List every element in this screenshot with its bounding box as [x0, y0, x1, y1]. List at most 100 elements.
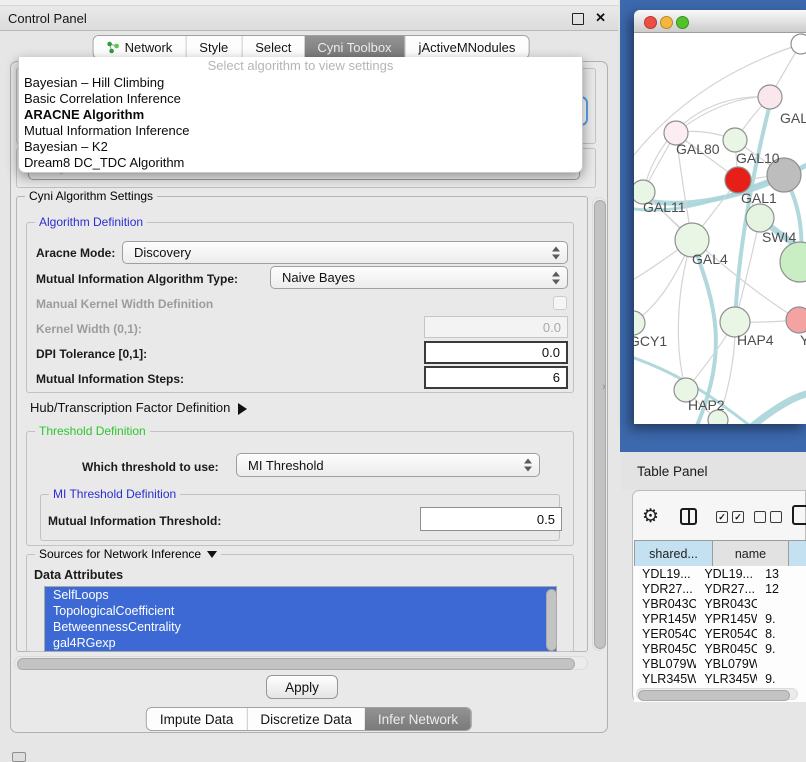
minimize-traffic-light-icon[interactable]: [660, 16, 673, 29]
node-label-gal4: GAL4: [692, 251, 728, 267]
node-label-gal10: GAL10: [736, 150, 780, 166]
hub-definition-label: Hub/Transcription Factor Definition: [30, 400, 230, 415]
mi-steps-value: 6: [553, 370, 560, 385]
table-cell: 9.: [757, 672, 806, 686]
node-label-hap4: HAP4: [737, 332, 774, 348]
select-all-checkboxes-icon[interactable]: ✓✓: [716, 511, 744, 523]
minimized-window-icon[interactable]: [12, 752, 26, 762]
document-icon[interactable]: [792, 505, 806, 525]
float-window-icon[interactable]: [572, 13, 584, 25]
mi-threshold-label: Mutual Information Threshold:: [48, 514, 221, 528]
table-row[interactable]: YDL19...YDL19...13: [634, 566, 806, 581]
screen: Control Panel ✕ NetworkStyleSelectCyni T…: [0, 0, 806, 762]
tab-discretize-data[interactable]: Discretize Data: [246, 708, 365, 730]
node-label-hap2: HAP2: [688, 397, 725, 413]
algorithm-definition-title: Algorithm Definition: [35, 215, 147, 229]
tab-jactivemnodules[interactable]: jActiveMNodules: [405, 36, 529, 58]
tab-label: Infer Network: [378, 712, 458, 727]
settings-gear-icon[interactable]: ⚙: [642, 507, 659, 526]
algorithm-option-aracne-algorithm[interactable]: ARACNE Algorithm: [19, 107, 582, 123]
table-cell: YDL19...: [634, 567, 696, 581]
apply-button[interactable]: Apply: [266, 675, 338, 699]
node-label-gal11: GAL11: [643, 199, 686, 215]
table-row[interactable]: YBR043CYBR043C: [634, 596, 806, 611]
split-columns-icon[interactable]: [680, 508, 697, 525]
table-cell: YDR27...: [696, 582, 757, 596]
panel-resize-handle-icon[interactable]: ›: [602, 381, 606, 393]
dpi-tolerance-field[interactable]: 0.0: [424, 341, 568, 364]
aracne-mode-value: Discovery: [134, 245, 191, 260]
node-label-gal80: GAL80: [676, 141, 720, 157]
tab-network[interactable]: Network: [94, 36, 186, 58]
apply-button-label: Apply: [285, 680, 319, 695]
table-cell: YBR043C: [634, 597, 696, 611]
attribute-topologicalcoefficient[interactable]: TopologicalCoefficient: [45, 603, 556, 619]
table-cell: YPR145W: [634, 612, 696, 626]
node-label-gal: GAL: [780, 110, 806, 126]
kernel-width-field[interactable]: 0.0: [424, 316, 568, 338]
network-window[interactable]: GALGAL80GAL10GAL1GAL11SWI4GAL4GCY1HAP4YH…: [634, 10, 806, 424]
tab-impute-data[interactable]: Impute Data: [147, 708, 247, 730]
algorithm-option-dream8-dc-tdc-algorithm[interactable]: Dream8 DC_TDC Algorithm: [19, 155, 582, 171]
algorithm-option-mutual-information-inference[interactable]: Mutual Information Inference: [19, 123, 582, 139]
zoom-traffic-light-icon[interactable]: [676, 16, 689, 29]
network-node[interactable]: [791, 34, 806, 54]
mi-threshold-field[interactable]: 0.5: [420, 507, 562, 531]
manual-kernel-checkbox[interactable]: [553, 296, 567, 310]
table-panel-titlebar: Table Panel: [621, 452, 806, 490]
tab-infer-network[interactable]: Infer Network: [365, 708, 471, 730]
table-row[interactable]: YDR27...YDR27...12: [634, 581, 806, 596]
mi-threshold-definition-title: MI Threshold Definition: [49, 487, 180, 501]
table-row[interactable]: YLR345WYLR345W9.: [634, 671, 806, 686]
node-label-swi4: SWI4: [762, 229, 796, 245]
column-header-name[interactable]: name: [713, 540, 789, 568]
table-hscroll-thumb[interactable]: [638, 690, 790, 701]
checked-box-icon: ✓: [732, 511, 744, 523]
table-cell: 13: [757, 567, 806, 581]
hub-definition-toggle[interactable]: Hub/Transcription Factor Definition: [30, 400, 247, 415]
aracne-mode-combo[interactable]: Discovery: [122, 241, 568, 264]
column-header-a[interactable]: A: [789, 540, 806, 568]
table-row[interactable]: YER054CYER054C8.: [634, 626, 806, 641]
attribute-selfloops[interactable]: SelfLoops: [45, 587, 556, 603]
close-traffic-light-icon[interactable]: [644, 16, 657, 29]
table-row[interactable]: YPR145WYPR145W9.: [634, 611, 806, 626]
table-row[interactable]: YBL079WYBL079W: [634, 656, 806, 671]
settings-vscroll-thumb[interactable]: [594, 200, 606, 649]
network-node[interactable]: [758, 85, 782, 109]
algorithm-dropdown-items: Bayesian – Hill ClimbingBasic Correlatio…: [19, 75, 582, 171]
column-header-shared[interactable]: shared...: [634, 540, 713, 568]
algorithm-option-basic-correlation-inference[interactable]: Basic Correlation Inference: [19, 91, 582, 107]
table-panel-title: Table Panel: [637, 464, 708, 479]
close-icon[interactable]: ✕: [595, 10, 606, 26]
network-node[interactable]: [723, 128, 747, 152]
table-row[interactable]: YBR045CYBR045C9.: [634, 641, 806, 656]
table-cell: YER054C: [696, 627, 757, 641]
network-node[interactable]: [780, 242, 806, 282]
settings-hscroll-thumb[interactable]: [17, 658, 575, 670]
tab-select[interactable]: Select: [241, 36, 304, 58]
tab-label: jActiveMNodules: [419, 40, 516, 55]
attribute-gal4rgexp[interactable]: gal4RGexp: [45, 635, 556, 651]
kernel-width-value: 0.0: [543, 320, 561, 335]
which-threshold-combo[interactable]: MI Threshold: [236, 453, 540, 477]
mi-steps-field[interactable]: 6: [424, 366, 568, 389]
tab-style[interactable]: Style: [185, 36, 241, 58]
table-cell: YDL19...: [696, 567, 757, 581]
network-node[interactable]: [746, 204, 774, 232]
tab-label: Cyni Toolbox: [317, 40, 391, 55]
network-node[interactable]: [786, 307, 806, 333]
attribute-betweennesscentrality[interactable]: BetweennessCentrality: [45, 619, 556, 635]
network-window-titlebar[interactable]: [634, 10, 806, 33]
node-label-gal1: GAL1: [741, 190, 777, 206]
which-threshold-value: MI Threshold: [248, 458, 324, 473]
mi-type-combo[interactable]: Naive Bayes: [270, 266, 568, 289]
algorithm-option-bayesian-hill-climbing[interactable]: Bayesian – Hill Climbing: [19, 75, 582, 91]
algorithm-option-bayesian-k2[interactable]: Bayesian – K2: [19, 139, 582, 155]
network-view[interactable]: GALGAL80GAL10GAL1GAL11SWI4GAL4GCY1HAP4YH…: [634, 33, 806, 424]
data-attributes-list: SelfLoopsTopologicalCoefficientBetweenne…: [44, 586, 557, 652]
tab-cyni-toolbox[interactable]: Cyni Toolbox: [304, 36, 404, 58]
tab-label: Network: [125, 40, 173, 55]
deselect-checkboxes-icon[interactable]: [754, 511, 782, 523]
attributes-list-scrollbar[interactable]: [546, 589, 557, 651]
